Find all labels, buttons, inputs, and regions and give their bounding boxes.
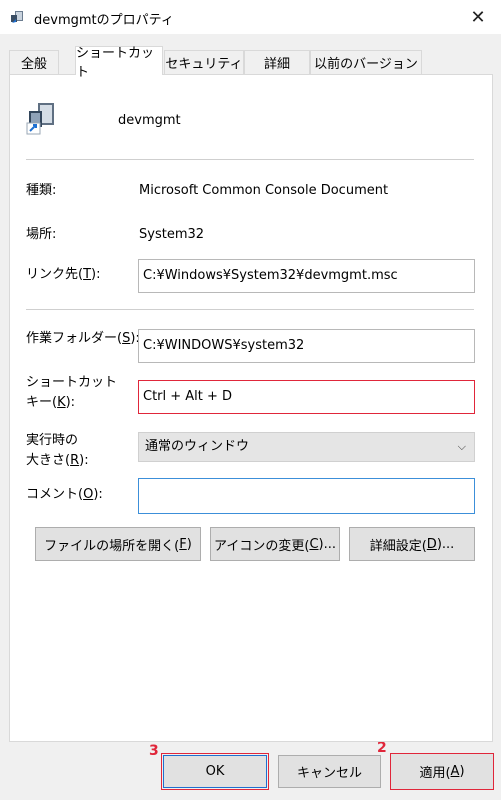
workdir-field[interactable]: C:¥WINDOWS¥system32 [138,329,475,363]
tab-security[interactable]: セキュリティ [164,50,244,74]
comment-field[interactable] [138,478,475,514]
hotkey-label: ショートカット キー(K): [26,375,118,410]
tab-label: 全般 [20,57,47,72]
shortcut-app-icon [26,103,54,135]
tab-general[interactable]: 全般 [9,50,59,74]
type-label: 種類: [26,183,57,198]
location-label: 場所: [26,227,57,242]
tab-label: 詳細 [263,57,290,72]
cancel-button[interactable]: キャンセル [278,755,381,788]
tab-label: ショートカット [76,46,155,80]
workdir-label: 作業フォルダー(S): [26,331,140,346]
hotkey-field[interactable]: Ctrl + Alt + D [138,380,475,414]
location-value: System32 [139,227,205,242]
devmgmt-icon [11,11,23,23]
change-icon-button[interactable]: アイコンの変更(C)... [210,527,340,561]
divider [26,159,474,160]
title-bar: devmgmtのプロパティ ✕ [0,0,501,34]
run-label: 実行時の 大きさ(R): [26,433,89,468]
open-file-location-button[interactable]: ファイルの場所を開く(F) [35,527,201,561]
cancel-label: キャンセル [296,766,362,781]
annotation-marker-2: 2 [377,740,387,756]
advanced-settings-button[interactable]: 詳細設定(D)... [349,527,475,561]
ok-button[interactable]: OK [161,753,269,790]
apply-button[interactable]: 適用(A) [390,753,494,790]
annotation-marker-3: 3 [149,743,159,759]
tab-label: セキュリティ [165,57,243,72]
close-icon: ✕ [470,6,486,28]
window-title: devmgmtのプロパティ [34,13,174,28]
target-label: リンク先(T): [26,267,101,282]
tab-label: 以前のバージョン [314,57,418,72]
tab-shortcut[interactable]: ショートカット [75,46,163,80]
shortcut-name: devmgmt [118,113,181,128]
ok-label: OK [205,764,225,779]
run-select-value: 通常のウィンドウ [145,439,250,454]
tab-previous-versions[interactable]: 以前のバージョン [310,50,422,74]
close-button[interactable]: ✕ [455,0,501,34]
chevron-down-icon: ⌵ [457,440,466,453]
run-select[interactable]: 通常のウィンドウ ⌵ [138,432,475,462]
tab-details[interactable]: 詳細 [244,50,310,74]
comment-label: コメント(O): [26,487,103,502]
type-value: Microsoft Common Console Document [139,183,389,198]
shortcut-panel: devmgmt 種類: Microsoft Common Console Doc… [9,74,493,742]
target-field[interactable]: C:¥Windows¥System32¥devmgmt.msc [138,259,475,293]
divider [26,309,474,310]
